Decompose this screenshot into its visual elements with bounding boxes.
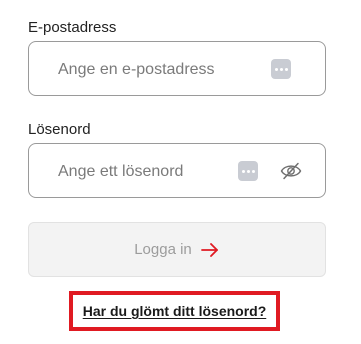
login-button-label: Logga in: [134, 241, 192, 258]
login-button[interactable]: Logga in: [28, 222, 326, 277]
password-manager-icon[interactable]: [271, 59, 291, 79]
password-field[interactable]: Ange ett lösenord: [28, 143, 326, 198]
password-label: Lösenord: [28, 121, 91, 138]
login-form: E-postadress Ange en e-postadress Löseno…: [0, 0, 361, 344]
arrow-right-icon: [200, 242, 220, 258]
email-placeholder: Ange en e-postadress: [58, 61, 215, 78]
eye-off-icon[interactable]: [279, 160, 303, 182]
forgot-password-highlight: Har du glömt ditt lösenord?: [69, 291, 280, 331]
password-placeholder: Ange ett lösenord: [58, 163, 184, 180]
forgot-password-link[interactable]: Har du glömt ditt lösenord?: [83, 303, 267, 319]
email-label: E-postadress: [28, 19, 117, 36]
email-field[interactable]: Ange en e-postadress: [28, 41, 326, 96]
password-manager-icon[interactable]: [238, 161, 258, 181]
